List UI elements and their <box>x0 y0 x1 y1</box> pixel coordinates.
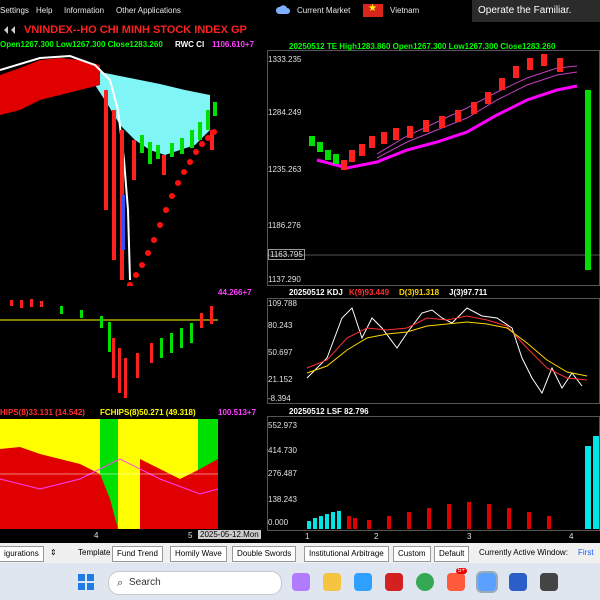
menu-information[interactable]: Information <box>64 6 104 15</box>
left-ohlc-label: Open1267.300 Low1267.300 Close1283.260 <box>0 40 163 49</box>
kdj-chart <box>306 307 588 395</box>
active-window-label: Currently Active Window: <box>479 548 568 557</box>
indicator-label: RWC CI <box>175 40 205 49</box>
configurations-button[interactable]: igurations <box>0 546 44 562</box>
menu-other-applications[interactable]: Other Applications <box>116 6 181 15</box>
right-price-chart <box>267 54 600 270</box>
search-icon: ⌕ <box>117 577 124 589</box>
stock-app-icon[interactable] <box>385 573 403 591</box>
left-bot-value: 100.513+7 <box>218 408 257 417</box>
tab-double-swords[interactable]: Double Swords <box>232 546 297 562</box>
active-app-icon[interactable] <box>476 571 498 593</box>
left-price-chart <box>0 54 217 286</box>
right-price-panel: 20250512 TE High1283.860 Open1267.300 Lo… <box>267 38 600 286</box>
xtick: 5 <box>188 531 193 540</box>
tab-fund-trend[interactable]: Fund Trend <box>112 546 163 562</box>
country-label[interactable]: Vietnam <box>390 6 419 15</box>
kdj-d-value: D(3)91.318 <box>399 288 440 297</box>
notification-badge: 5+ <box>456 568 467 574</box>
vietnam-flag-icon <box>363 3 383 17</box>
notification-app-icon[interactable]: 5+ <box>447 568 467 591</box>
taskbar-search-input[interactable]: ⌕ Search <box>108 571 282 595</box>
left-price-panel: Open1267.300 Low1267.300 Close1283.260 R… <box>0 38 265 286</box>
file-explorer-icon[interactable] <box>323 573 341 591</box>
chart-title: VNINDEX--HO CHI MINH STOCK INDEX GP <box>24 24 247 36</box>
current-market-link[interactable]: Current Market <box>297 6 350 15</box>
xtick: 4 <box>94 531 99 540</box>
left-top-value: 1106.610+7 <box>212 40 255 49</box>
hips-chart <box>0 419 218 529</box>
chrome-icon[interactable] <box>416 573 434 591</box>
bottom-tab-bar: igurations ⇕ Template Fund Trend Homily … <box>0 543 600 571</box>
tab-default[interactable]: Default <box>434 546 470 562</box>
kdj-j-value: J(3)97.711 <box>449 288 488 297</box>
lsf-header: 20250512 LSF 82.796 <box>289 407 369 416</box>
menu-settings[interactable]: Settings <box>0 6 29 15</box>
template-label[interactable]: Template <box>78 546 110 560</box>
kdj-k-value: K(9)93.449 <box>349 288 390 297</box>
tab-institutional-arbitrage[interactable]: Institutional Arbitrage <box>304 546 389 562</box>
search-placeholder: Search <box>129 577 161 588</box>
left-mid-value: 44.266+7 <box>218 288 252 297</box>
xtick: 1 <box>305 532 310 541</box>
window-title: Operate the Familiar. <box>472 0 600 22</box>
menu-help[interactable]: Help <box>36 6 52 15</box>
tab-custom[interactable]: Custom <box>393 546 431 562</box>
xtick: 4 <box>569 532 574 541</box>
refresh-icon[interactable] <box>3 25 19 35</box>
edge-browser-icon[interactable] <box>354 573 372 591</box>
left-oscillator-chart <box>0 299 218 398</box>
windows-start-icon[interactable] <box>78 574 94 590</box>
windows-taskbar: ⌕ Search 5+ <box>0 563 600 600</box>
cloud-icon <box>276 5 290 14</box>
copilot-icon[interactable] <box>292 573 310 591</box>
left-oscillator-panel: 44.266+7 <box>0 286 265 404</box>
tab-homily-wave[interactable]: Homily Wave <box>170 546 227 562</box>
kdj-date: 20250512 KDJ <box>289 288 343 297</box>
word-icon[interactable] <box>509 573 527 591</box>
lsf-chart <box>307 436 599 529</box>
kdj-panel: 20250512 KDJ K(9)93.449 D(3)91.318 J(3)9… <box>267 286 600 404</box>
terminal-icon[interactable] <box>540 573 558 591</box>
fchips-series: FCHIPS(8)50.271 (49.318) <box>100 408 196 417</box>
xtick: 2 <box>374 532 379 541</box>
lsf-panel: 20250512 LSF 82.796 552.973 414.730 276.… <box>267 404 600 543</box>
xtick: 3 <box>467 532 472 541</box>
left-hips-panel: HIPS(8)33.131 (14.542) FCHIPS(8)50.271 (… <box>0 404 265 543</box>
chart-title-bar: VNINDEX--HO CHI MINH STOCK INDEX GP <box>0 22 600 38</box>
hips-series: HIPS(8)33.131 (14.542) <box>0 408 85 417</box>
sort-icon[interactable]: ⇕ <box>50 546 57 560</box>
menu-bar: Settings Help Information Other Applicat… <box>0 0 600 22</box>
date-cursor-label: 2025-05-12.Mon <box>198 530 261 539</box>
